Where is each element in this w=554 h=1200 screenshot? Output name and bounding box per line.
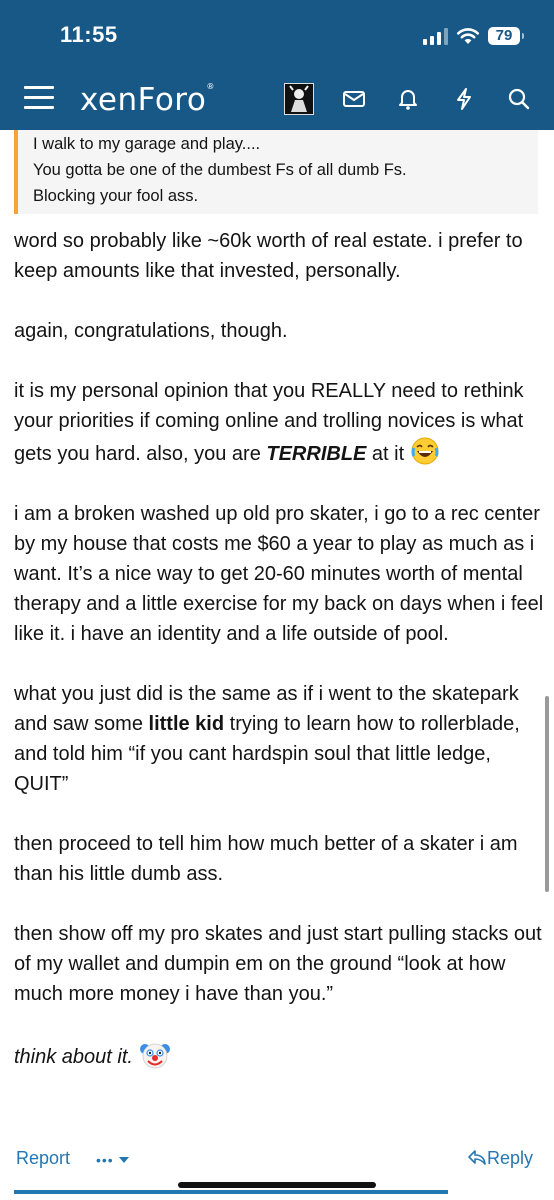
reply-button[interactable]: Reply	[467, 1148, 533, 1169]
lightning-icon[interactable]	[451, 86, 477, 112]
post-paragraph: then proceed to tell him how much better…	[14, 833, 518, 885]
logo-registered-mark: ®	[206, 82, 215, 91]
post-paragraph: what you just did is the same as if i we…	[14, 679, 544, 799]
status-indicators: 79	[423, 24, 524, 48]
post-body: word so probably like ~60k worth of real…	[14, 226, 544, 1072]
envelope-icon[interactable]	[341, 86, 367, 112]
post-paragraph: word so probably like ~60k worth of real…	[14, 230, 523, 282]
search-icon[interactable]	[506, 86, 532, 112]
logo-text: xenForo	[80, 82, 207, 118]
emphasis-text: little kid	[148, 713, 225, 735]
quote-line: Blocking your fool ass.	[33, 187, 199, 205]
quote-line: You gotta be one of the dumbest Fs of al…	[33, 161, 407, 179]
quote-block: I walk to my garage and play.... You got…	[14, 130, 538, 214]
bell-icon[interactable]	[395, 86, 421, 112]
quote-line: I walk to my garage and play....	[33, 135, 261, 153]
post-text: think about it.	[14, 1046, 133, 1068]
battery-icon: 79	[488, 27, 524, 45]
menu-icon[interactable]	[24, 86, 54, 110]
site-logo[interactable]: xenForo®	[80, 82, 215, 118]
post-paragraph: then show off my pro skates and just sta…	[14, 923, 542, 1005]
post-paragraph: i am a broken washed up old pro skater, …	[14, 503, 544, 645]
post-paragraph: think about it.	[14, 1039, 544, 1072]
more-options-dots: •••	[96, 1152, 114, 1168]
clown-emoji-icon	[139, 1043, 170, 1069]
wifi-icon	[456, 28, 480, 44]
more-options-button[interactable]: •••	[96, 1152, 129, 1168]
laughing-emoji-icon	[411, 437, 439, 465]
status-time: 11:55	[60, 22, 118, 47]
reply-icon	[468, 1150, 486, 1165]
emphasis-text: TERRIBLE	[266, 443, 367, 465]
signal-icon	[423, 27, 448, 45]
avatar[interactable]	[284, 83, 314, 115]
reply-label: Reply	[487, 1148, 534, 1168]
home-indicator[interactable]	[178, 1182, 376, 1188]
report-link[interactable]: Report	[16, 1148, 70, 1169]
post-text: at it	[366, 443, 405, 465]
nav-bar: xenForo®	[0, 78, 554, 122]
post-paragraph: again, congratulations, though.	[14, 320, 288, 342]
post-divider	[14, 1190, 448, 1194]
chevron-down-icon	[118, 1157, 129, 1163]
post-paragraph: it is my personal opinion that you REALL…	[14, 376, 544, 469]
app-header: 11:55 79 xenForo®	[0, 0, 554, 130]
scrollbar[interactable]	[545, 696, 549, 892]
